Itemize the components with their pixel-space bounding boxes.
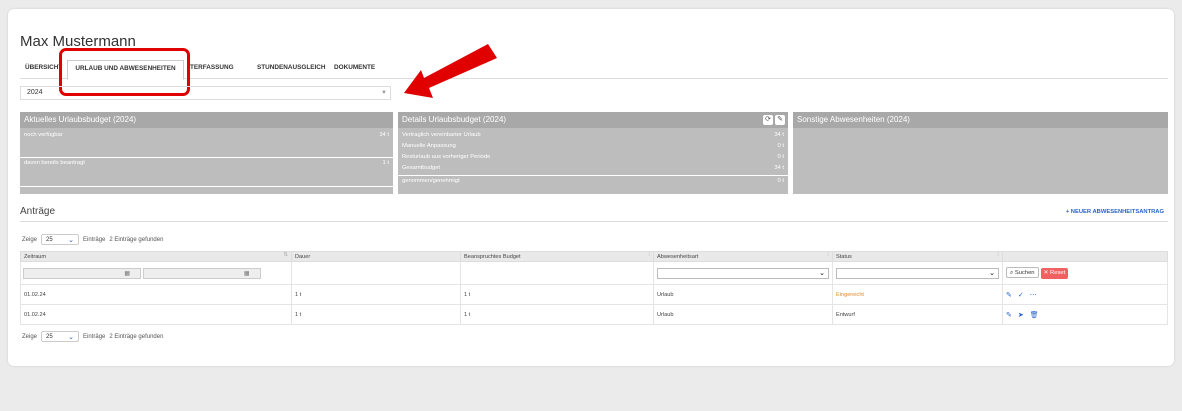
table-row: 01.02.24 1 t 1 t Urlaub Eingereicht ✎ ✓ ⋯ xyxy=(20,284,1168,305)
chevron-down-icon: ⌄ xyxy=(68,236,75,244)
chevron-down-icon: ⌄ xyxy=(819,269,825,277)
page-length-select[interactable]: 25 ⌄ xyxy=(41,331,80,342)
chevron-down-icon: ⌄ xyxy=(989,269,995,277)
status-badge: Entwurf xyxy=(832,304,1003,325)
panel-title: Aktuelles Urlaubsbudget (2024) xyxy=(20,112,393,128)
status-filter: ⌄ xyxy=(832,261,1003,285)
trash-icon[interactable]: 🗑 xyxy=(1030,311,1039,319)
status-badge: Eingereicht xyxy=(832,284,1003,305)
check-icon[interactable]: ✓ xyxy=(1018,291,1024,299)
page-length-select[interactable]: 25 ⌄ xyxy=(41,234,80,245)
calendar-icon: ▦ xyxy=(124,270,130,277)
tab-zeiterfassung[interactable]: ZEITERFASSUNG xyxy=(190,60,258,79)
search-button[interactable]: ⌕ Suchen xyxy=(1006,267,1039,278)
budget-row: noch verfügbar 34 t xyxy=(24,132,389,138)
column-header[interactable]: Beanspruchtes Budget ⁝ xyxy=(460,251,654,262)
table-row: 01.02.24 1 t 1 t Urlaub Entwurf ✎ ➤ 🗑 xyxy=(20,304,1168,325)
type-filter: ⌄ xyxy=(653,261,833,285)
year-select[interactable]: 2024 ▼ xyxy=(20,86,391,100)
panel-budget-details: Details Urlaubsbudget (2024) ⟳ ✎ Vertrag… xyxy=(398,112,788,194)
budget-row: davon bereits beantragt 1 t xyxy=(20,157,393,168)
panel-title: Sonstige Abwesenheiten (2024) xyxy=(793,112,1168,128)
tab-bar: ÜBERSICHT URLAUB UND ABWESENHEITEN ZEITE… xyxy=(20,60,1168,80)
page-length-bottom: Zeige 25 ⌄ Einträge 2 Einträge gefunden xyxy=(22,331,163,342)
calendar-icon: ▦ xyxy=(243,270,250,277)
budget-detail-row: genommen/genehmigt 0 t xyxy=(398,175,788,187)
year-select-value: 2024 xyxy=(27,89,43,96)
column-header[interactable]: Status ⁝ xyxy=(832,251,1003,262)
requests-table: Zeitraum ⇅ Dauer Beanspruchtes Budget ⁝ Ab… xyxy=(20,251,1168,325)
column-header[interactable]: Abwesenheitsart ⁝ xyxy=(653,251,833,262)
refresh-icon[interactable]: ⟳ xyxy=(763,115,773,125)
chevron-down-icon: ⌄ xyxy=(68,333,75,341)
panel-title: Details Urlaubsbudget (2024) ⟳ ✎ xyxy=(398,112,788,128)
date-to-input[interactable]: ▦ xyxy=(142,267,261,279)
edit-icon[interactable]: ✎ xyxy=(1006,311,1012,319)
column-header[interactable]: Zeitraum ⇅ xyxy=(20,251,292,262)
search-icon: ⌕ xyxy=(1010,270,1014,276)
requests-title: Anträge xyxy=(20,206,56,217)
column-header[interactable]: Dauer xyxy=(291,251,461,262)
chevron-down-icon: ▼ xyxy=(381,90,387,96)
absence-type-select[interactable]: ⌄ xyxy=(657,267,829,279)
column-header xyxy=(1002,251,1168,262)
new-absence-request-button[interactable]: + NEUER ABWESENHEITSANTRAG xyxy=(1066,209,1164,215)
status-select[interactable]: ⌄ xyxy=(836,267,999,279)
budget-detail-row: Manuelle Anpassung 0 t xyxy=(402,143,784,149)
more-icon[interactable]: ⋯ xyxy=(1030,291,1037,299)
panel-other-absences: Sonstige Abwesenheiten (2024) xyxy=(793,112,1168,194)
requests-header: Anträge + NEUER ABWESENHEITSANTRAG xyxy=(20,203,1168,222)
budget-detail-row: Resturlaub aus vorheriger Periode 0 t xyxy=(402,154,784,160)
send-icon[interactable]: ➤ xyxy=(1018,311,1024,319)
date-from-input[interactable]: ▦ xyxy=(23,267,141,279)
tab-stundenausgleich[interactable]: STUNDENAUSGLEICH xyxy=(257,60,339,79)
divider xyxy=(20,186,393,187)
period-filter: ▦ ▦ xyxy=(20,261,292,285)
budget-detail-row: Gesamtbudget 34 t xyxy=(402,165,784,171)
page-length-top: Zeige 25 ⌄ Einträge 2 Einträge gefunden xyxy=(22,234,163,245)
budget-detail-row: Vertraglich vereinbarter Urlaub 34 t xyxy=(402,132,784,138)
close-icon: ✕ xyxy=(1043,270,1049,276)
panel-current-budget: Aktuelles Urlaubsbudget (2024) noch verf… xyxy=(20,112,393,194)
tab-dokumente[interactable]: DOKUMENTE xyxy=(334,60,384,79)
edit-icon[interactable]: ✎ xyxy=(1006,291,1012,299)
edit-icon[interactable]: ✎ xyxy=(775,115,785,125)
reset-button[interactable]: ✕ Reset xyxy=(1040,268,1069,279)
